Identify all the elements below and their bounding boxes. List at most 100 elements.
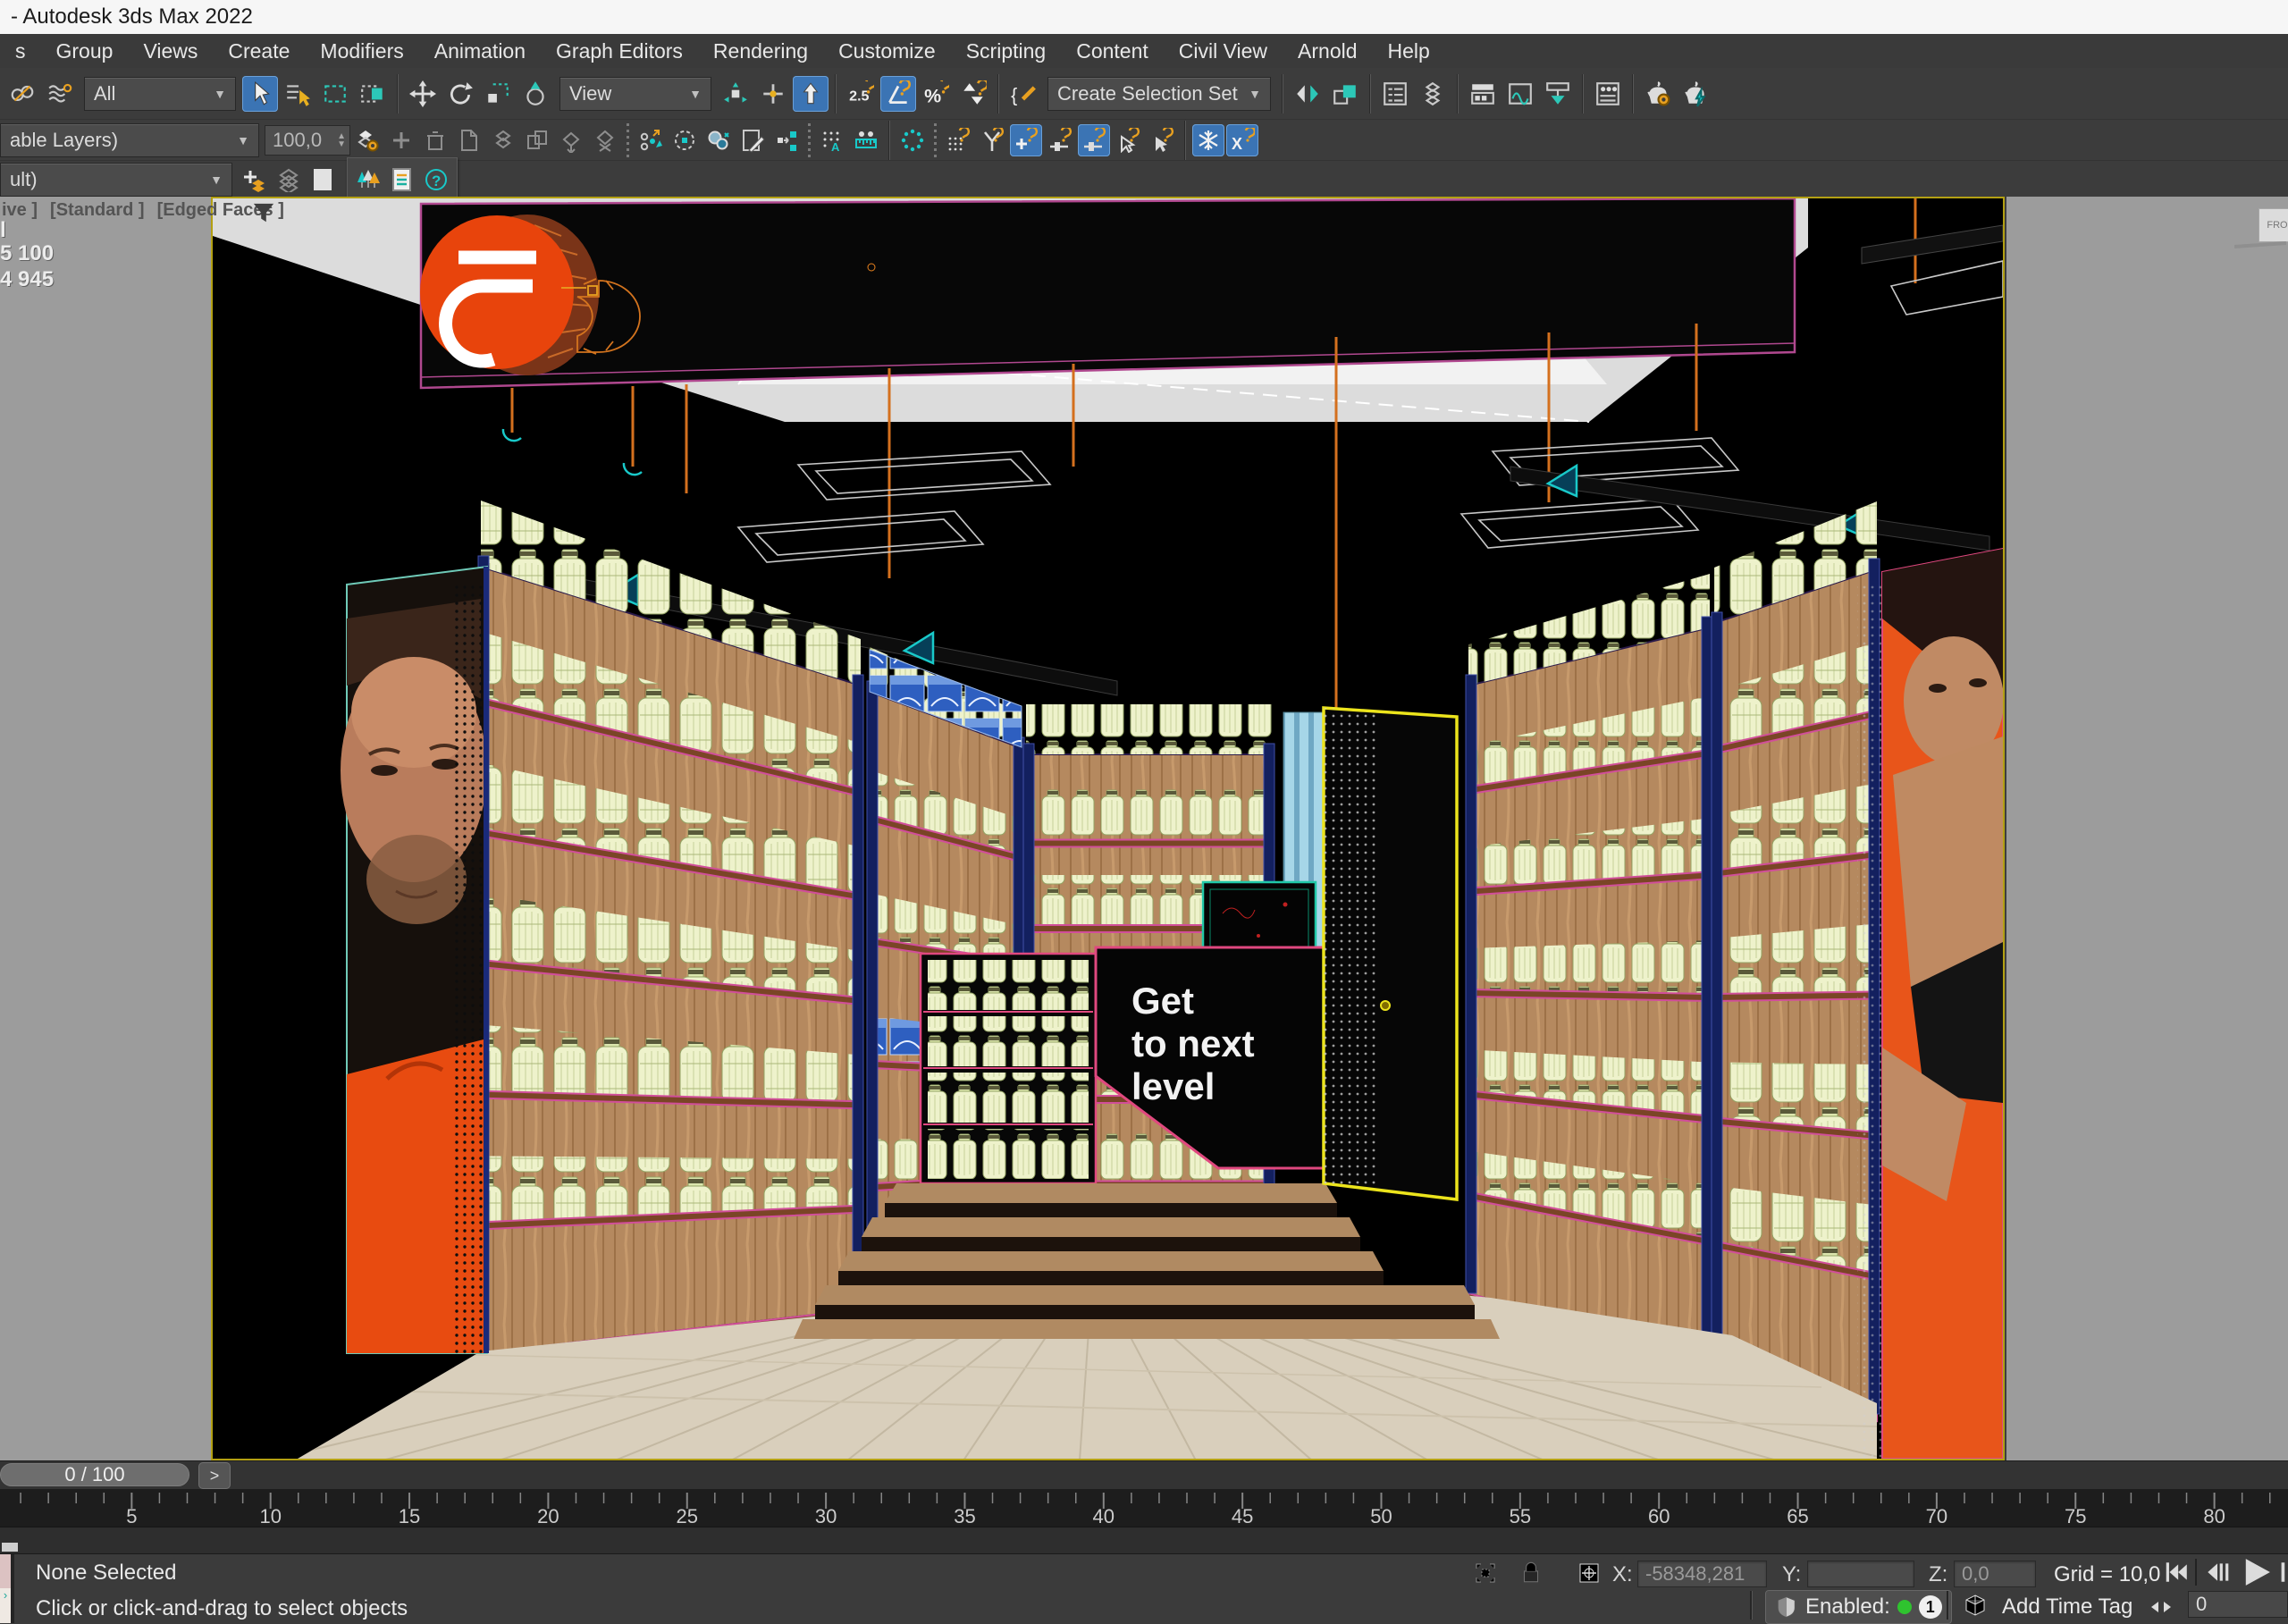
layers-dropdown[interactable]: able Layers)▼	[0, 123, 259, 157]
toggle-layer-explorer-button[interactable]	[1415, 76, 1451, 112]
grid-align-button[interactable]	[816, 124, 848, 156]
transform-entry-button[interactable]	[770, 124, 803, 156]
left-viewport-area[interactable]	[0, 197, 211, 1460]
render-setup-button[interactable]	[1640, 76, 1676, 112]
value-spinner-field[interactable]: 100,0▲▼	[265, 125, 350, 156]
select-and-move-button[interactable]	[405, 76, 441, 112]
absolute-mode-icon[interactable]	[1577, 1561, 1602, 1590]
layer-stack-button[interactable]	[487, 124, 519, 156]
snap-edge-button[interactable]	[1044, 124, 1076, 156]
snap-axis-constraint-button[interactable]	[1226, 124, 1258, 156]
selection-lock-icon[interactable]	[1518, 1559, 1544, 1590]
delete-layer-button[interactable]	[419, 124, 451, 156]
align-button[interactable]	[1327, 76, 1363, 112]
funnel-icon[interactable]	[252, 202, 275, 230]
select-and-scale-button[interactable]	[480, 76, 516, 112]
menu-item-create[interactable]: Create	[213, 34, 305, 68]
frame-spinner-arrows[interactable]	[2149, 1595, 2174, 1624]
viewcube[interactable]: FRO	[2259, 208, 2288, 242]
curve-editor-button[interactable]	[1502, 76, 1538, 112]
menu-item-graph-editors[interactable]: Graph Editors	[541, 34, 698, 68]
menu-item-s[interactable]: s	[0, 34, 41, 68]
use-pivot-point-center-button[interactable]	[718, 76, 753, 112]
selection-filter-dropdown[interactable]: All▼	[84, 77, 236, 111]
time-slider-handle[interactable]: 0 / 100	[0, 1463, 189, 1486]
schematic-view-button[interactable]	[1540, 76, 1576, 112]
viewport-name-fragment[interactable]: ive ]	[2, 200, 38, 221]
play-button[interactable]	[2240, 1555, 2274, 1594]
y-coordinate-field[interactable]	[1807, 1561, 1914, 1587]
snap-frozen-toggle-button[interactable]	[1192, 124, 1224, 156]
maxscript-listener-strip[interactable]: ›	[0, 1588, 11, 1623]
display-toggle-button[interactable]	[702, 124, 735, 156]
spinner-arrows-icon[interactable]: ▲▼	[337, 132, 346, 148]
keyboard-shortcut-override-button[interactable]	[793, 76, 829, 112]
add-to-layer-button[interactable]	[385, 124, 417, 156]
toggle-ribbon-button[interactable]	[1465, 76, 1501, 112]
menu-item-content[interactable]: Content	[1061, 34, 1164, 68]
menu-item-help[interactable]: Help	[1373, 34, 1445, 68]
edit-named-selection-sets-button[interactable]	[1005, 76, 1041, 112]
measure-distance-button[interactable]	[850, 124, 882, 156]
menu-item-modifiers[interactable]: Modifiers	[305, 34, 418, 68]
bind-to-space-warp-button[interactable]	[42, 76, 78, 112]
edit-properties-button[interactable]	[736, 124, 769, 156]
viewport-shading-label[interactable]: [Standard ]	[50, 200, 145, 221]
rectangular-selection-region-button[interactable]	[317, 76, 353, 112]
select-and-manipulate-button[interactable]	[755, 76, 791, 112]
angle-snap-toggle-button[interactable]	[880, 76, 916, 112]
z-coordinate-field[interactable]: 0,0	[1954, 1561, 2036, 1587]
preset-dropdown[interactable]: ult)▼	[0, 163, 232, 197]
menu-item-group[interactable]: Group	[41, 34, 129, 68]
menu-item-arnold[interactable]: Arnold	[1283, 34, 1372, 68]
select-and-rotate-button[interactable]	[442, 76, 478, 112]
menu-item-rendering[interactable]: Rendering	[698, 34, 823, 68]
window-crossing-toggle-button[interactable]	[355, 76, 391, 112]
current-frame-field[interactable]: 0	[2188, 1591, 2288, 1618]
next-frame-step-button[interactable]	[2277, 1559, 2288, 1590]
select-by-name-button[interactable]	[280, 76, 315, 112]
menu-item-civil-view[interactable]: Civil View	[1164, 34, 1283, 68]
poster-man[interactable]	[341, 567, 489, 1353]
named-selection-set-dropdown[interactable]: Create Selection Set▼	[1047, 77, 1271, 111]
x-coordinate-field[interactable]: -58348,281	[1637, 1561, 1767, 1587]
macro-recorder-strip[interactable]	[0, 1554, 11, 1588]
render-frame-button[interactable]	[1678, 76, 1713, 112]
soft-selection-button[interactable]	[896, 124, 929, 156]
set-current-layer-button[interactable]	[589, 124, 621, 156]
animation-enabled-toggle[interactable]: Enabled: 1	[1765, 1590, 1952, 1624]
snaps-toggle-2-5d-button[interactable]	[843, 76, 879, 112]
menu-item-scripting[interactable]: Scripting	[951, 34, 1061, 68]
isolate-selection-button[interactable]	[635, 124, 667, 156]
previous-frame-button[interactable]	[2204, 1559, 2231, 1590]
layer-list-button[interactable]	[273, 164, 305, 196]
copy-layer-button[interactable]	[453, 124, 485, 156]
snap-face-button[interactable]	[1112, 124, 1144, 156]
center-on-selection-button[interactable]	[669, 124, 701, 156]
mirror-button[interactable]	[1290, 76, 1325, 112]
track-bar[interactable]	[0, 1527, 2288, 1554]
select-object-button[interactable]	[242, 76, 278, 112]
forest-tools-button[interactable]	[352, 164, 384, 196]
snap-midpoint-button[interactable]	[1078, 124, 1110, 156]
select-and-link-button[interactable]	[4, 76, 40, 112]
menu-item-customize[interactable]: Customize	[823, 34, 951, 68]
select-layer-objects-button[interactable]	[555, 124, 587, 156]
selection-region-grow-icon[interactable]	[1473, 1561, 1498, 1590]
document-settings-button[interactable]	[386, 164, 418, 196]
snap-endpoint-button[interactable]	[1146, 124, 1178, 156]
scene-canvas[interactable]: Get to next level	[213, 198, 2003, 1459]
snap-vertex-button[interactable]	[976, 124, 1008, 156]
selected-pillar[interactable]	[1324, 708, 1457, 1199]
snap-pivot-button[interactable]	[1010, 124, 1042, 156]
timeline-ruler[interactable]: 5101520253035404550556065707580	[0, 1489, 2288, 1527]
camera-viewport[interactable]: Get to next level	[211, 197, 2005, 1460]
add-layer-button[interactable]	[239, 164, 271, 196]
spinner-snap-toggle-button[interactable]	[955, 76, 991, 112]
add-time-tag[interactable]: Add Time Tag	[2002, 1595, 2132, 1620]
help-button[interactable]	[420, 164, 452, 196]
select-and-place-button[interactable]	[517, 76, 553, 112]
add-selection-to-layer-button[interactable]	[521, 124, 553, 156]
toggle-scene-explorer-button[interactable]	[1377, 76, 1413, 112]
next-frame-button[interactable]: >	[198, 1462, 231, 1489]
